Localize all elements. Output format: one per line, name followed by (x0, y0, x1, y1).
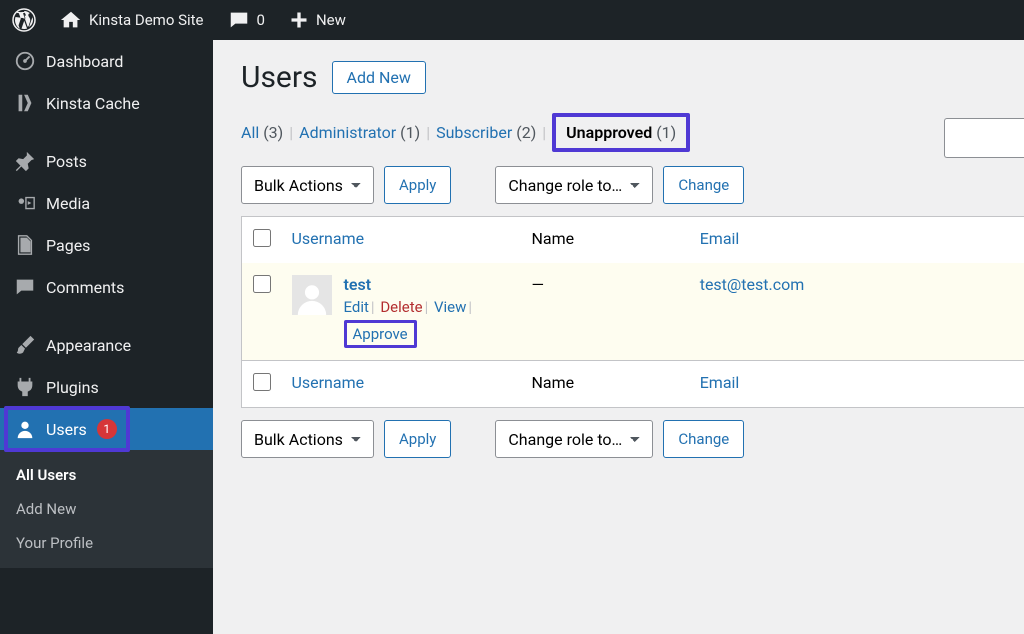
media-icon (14, 192, 36, 214)
view-link[interactable]: View (434, 298, 466, 316)
users-badge: 1 (97, 419, 117, 439)
wordpress-icon (12, 8, 36, 32)
approve-link[interactable]: Approve (353, 325, 408, 343)
kinsta-icon (14, 92, 36, 114)
add-new-button[interactable]: Add New (332, 61, 426, 94)
change-role-select-bottom[interactable]: Change role to… (495, 420, 653, 458)
sidebar-item-comments[interactable]: Comments (0, 266, 213, 308)
name-cell: — (522, 263, 690, 361)
submenu-profile[interactable]: Your Profile (0, 526, 213, 560)
select-all-checkbox-foot[interactable] (253, 373, 271, 391)
user-icon (14, 418, 36, 440)
page-icon (14, 234, 36, 256)
sidebar-item-kinsta-cache[interactable]: Kinsta Cache (0, 82, 213, 124)
col-username-foot[interactable]: Username (282, 361, 522, 408)
search-input[interactable] (944, 118, 1024, 158)
admin-bar: Kinsta Demo Site 0 New (0, 0, 1024, 40)
comment-icon (228, 9, 250, 31)
sidebar-item-pages[interactable]: Pages (0, 224, 213, 266)
home-icon (60, 9, 82, 31)
apply-button[interactable]: Apply (384, 166, 451, 204)
row-actions: Edit| Delete| View| Approve (344, 298, 475, 348)
table-row: test Edit| Delete| View| Approve (242, 263, 1024, 361)
change-role-select[interactable]: Change role to… (495, 166, 653, 204)
submenu-add-new[interactable]: Add New (0, 492, 213, 526)
highlight-approve: Approve (344, 320, 417, 348)
filter-subscriber[interactable]: Subscriber (436, 123, 512, 142)
pin-icon (14, 150, 36, 172)
filter-admin[interactable]: Administrator (299, 123, 396, 142)
bulk-actions-select-bottom[interactable]: Bulk Actions (241, 420, 374, 458)
submenu-all-users[interactable]: All Users (0, 458, 213, 492)
delete-link[interactable]: Delete (380, 298, 422, 316)
avatar-icon (295, 281, 329, 315)
users-submenu: All Users Add New Your Profile (0, 450, 213, 568)
sidebar-item-media[interactable]: Media (0, 182, 213, 224)
brush-icon (14, 334, 36, 356)
page-title: Users (241, 60, 318, 95)
new-content-link[interactable]: New (277, 10, 358, 30)
plus-icon (289, 10, 309, 30)
filter-links: All (3) | Administrator (1) | Subscriber… (241, 113, 1024, 152)
avatar (292, 275, 332, 315)
col-name-foot: Name (522, 361, 690, 408)
bulk-actions-select[interactable]: Bulk Actions (241, 166, 374, 204)
main-content: Users Add New All (3) | Administrator (1… (213, 40, 1024, 490)
admin-sidebar: Dashboard Kinsta Cache Posts Media Pages… (0, 40, 213, 634)
comments-icon (14, 276, 36, 298)
users-table: Username Name Email test Edit| (241, 216, 1024, 408)
col-username[interactable]: Username (282, 217, 522, 264)
change-button[interactable]: Change (663, 166, 744, 204)
sidebar-item-dashboard[interactable]: Dashboard (0, 40, 213, 82)
row-checkbox[interactable] (253, 275, 271, 293)
select-all-checkbox[interactable] (253, 229, 271, 247)
sidebar-item-users[interactable]: Users 1 (0, 408, 213, 450)
highlight-unapproved: Unapproved (1) (552, 113, 690, 152)
col-name: Name (522, 217, 690, 264)
wp-logo[interactable] (0, 8, 48, 32)
user-link[interactable]: test (344, 275, 372, 294)
comments-link[interactable]: 0 (216, 9, 277, 31)
sidebar-item-plugins[interactable]: Plugins (0, 366, 213, 408)
apply-button-bottom[interactable]: Apply (384, 420, 451, 458)
change-button-bottom[interactable]: Change (663, 420, 744, 458)
edit-link[interactable]: Edit (344, 298, 369, 316)
filter-all[interactable]: All (241, 123, 259, 142)
comments-count: 0 (257, 11, 265, 29)
col-email[interactable]: Email (690, 217, 1024, 264)
col-email-foot[interactable]: Email (690, 361, 1024, 408)
email-link[interactable]: test@test.com (700, 275, 805, 294)
filter-unapproved[interactable]: Unapproved (566, 123, 652, 142)
dashboard-icon (14, 50, 36, 72)
plugin-icon (14, 376, 36, 398)
site-home-link[interactable]: Kinsta Demo Site (48, 9, 216, 31)
new-label: New (316, 11, 346, 29)
sidebar-item-appearance[interactable]: Appearance (0, 324, 213, 366)
site-name: Kinsta Demo Site (89, 11, 204, 29)
sidebar-item-posts[interactable]: Posts (0, 140, 213, 182)
